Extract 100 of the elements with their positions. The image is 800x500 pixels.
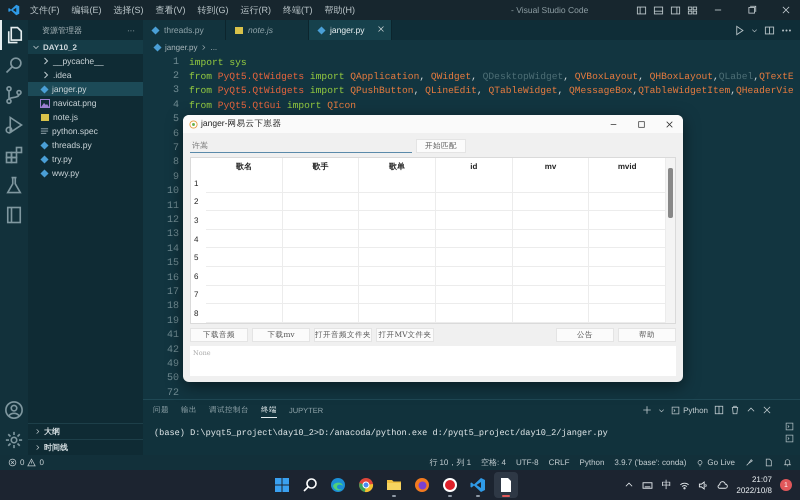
extensions-icon[interactable] <box>4 145 24 165</box>
file-item[interactable]: wwy.py <box>28 166 143 180</box>
scrollbar-thumb[interactable] <box>668 168 673 218</box>
folder-name[interactable]: DAY10_2 <box>43 42 77 52</box>
caret-icon[interactable] <box>658 406 666 414</box>
browser-icon[interactable] <box>358 477 374 493</box>
image-file-icon <box>40 98 50 108</box>
record-icon[interactable] <box>442 477 458 493</box>
column-header[interactable]: mv <box>512 158 590 174</box>
text-file-icon <box>40 126 49 136</box>
vscode-icon[interactable] <box>470 477 486 493</box>
table-cell[interactable] <box>206 304 283 323</box>
files-icon[interactable] <box>5 25 25 45</box>
layout-split-icon[interactable] <box>670 4 681 16</box>
table-cell[interactable] <box>436 304 513 323</box>
table-cell[interactable] <box>512 304 590 323</box>
menu-item[interactable]: 编辑(E) <box>66 4 108 16</box>
split-icon[interactable] <box>714 405 724 415</box>
settings-icon[interactable] <box>4 430 24 450</box>
row-header: 4 <box>193 234 200 246</box>
search-field[interactable]: 许嵩 <box>190 140 412 152</box>
file-item[interactable]: try.py <box>28 152 143 166</box>
menu-item[interactable]: 文件(F) <box>24 4 66 16</box>
editor-tab[interactable]: note.js <box>226 20 309 40</box>
trash-icon[interactable] <box>730 405 740 415</box>
warning-count[interactable]: 0 <box>39 458 44 467</box>
menu-item[interactable]: 帮助(H) <box>318 4 361 16</box>
restore-icon[interactable] <box>747 5 757 15</box>
table-cell[interactable] <box>282 304 360 323</box>
breadcrumb-item[interactable]: ... <box>210 43 218 52</box>
row-header: 1 <box>193 178 200 190</box>
source-control-icon[interactable] <box>4 85 24 105</box>
warning-icon[interactable] <box>27 458 36 467</box>
line-number: 14 <box>166 244 179 255</box>
column-header[interactable]: 歌单 <box>359 158 436 174</box>
split-editor-icon[interactable] <box>764 24 775 36</box>
column-header[interactable]: 歌手 <box>282 158 360 174</box>
clock-time[interactable]: 21:07 <box>752 474 772 485</box>
notebook-icon[interactable] <box>4 205 24 225</box>
editor-tab[interactable]: threads.py <box>143 20 226 40</box>
terminal-icon[interactable] <box>785 422 794 431</box>
status-item[interactable]: UTF-8 <box>516 458 539 467</box>
terminal-output: (base) D:\pyqt5_project\day10_2>D:/anacoda/python.exe d:/pyqt5_project/day10_2/janger.py <box>153 427 609 440</box>
file-item[interactable]: note.js <box>28 110 143 124</box>
line-number: 5 <box>172 114 179 126</box>
cloud-icon[interactable] <box>717 480 728 490</box>
close-icon[interactable] <box>664 120 674 128</box>
menu-item[interactable]: 选择(S) <box>108 4 150 16</box>
status-item[interactable]: CRLF <box>548 458 570 467</box>
breadcrumb-item[interactable]: janger.py <box>165 43 198 52</box>
file-item[interactable]: navicat.png <box>28 96 143 110</box>
terminal-icon[interactable] <box>785 434 794 443</box>
customize-layout-icon[interactable] <box>687 4 698 16</box>
more-button[interactable]: ··· <box>127 26 135 34</box>
caret-icon[interactable] <box>751 26 758 34</box>
speaker-icon[interactable] <box>698 480 710 490</box>
menu-item[interactable]: 运行(R) <box>234 4 277 16</box>
status-item[interactable]: Python <box>580 458 604 467</box>
editor-tab[interactable]: janger.py <box>309 20 392 40</box>
file-item[interactable]: python.spec <box>28 124 143 138</box>
file-item[interactable]: threads.py <box>28 138 143 152</box>
terminal-profile[interactable]: Python <box>671 406 708 414</box>
column-header[interactable]: 歌名 <box>206 158 283 174</box>
file-item[interactable]: janger.py <box>28 82 143 96</box>
status-item[interactable]: 行 10，列 1 <box>429 457 472 468</box>
add-icon[interactable] <box>642 405 652 415</box>
browser-icon[interactable] <box>330 477 346 493</box>
flask-icon[interactable] <box>4 175 24 195</box>
column-header[interactable]: id <box>436 158 513 174</box>
table-cell[interactable] <box>359 304 436 323</box>
layout-sidebar-icon[interactable] <box>636 4 647 16</box>
code-line: import sys <box>189 56 247 68</box>
error-icon[interactable] <box>8 458 17 467</box>
bell-icon[interactable] <box>783 458 792 467</box>
error-count[interactable]: 0 <box>20 458 24 467</box>
maximize-icon[interactable] <box>636 120 646 128</box>
line-number: 9 <box>172 172 179 183</box>
windows-icon[interactable] <box>274 477 290 493</box>
file-item[interactable]: __pycache__ <box>28 54 143 68</box>
firefox-icon[interactable] <box>414 477 430 493</box>
run-debug-icon[interactable] <box>4 115 24 135</box>
table-cell[interactable] <box>589 304 666 323</box>
status-item[interactable]: 空格: 4 <box>481 457 506 468</box>
menu-item[interactable]: 查看(V) <box>150 4 192 16</box>
document-icon[interactable] <box>498 477 514 493</box>
menu-item[interactable]: 转到(G) <box>192 4 234 16</box>
layout-panel-icon[interactable] <box>653 4 664 16</box>
python-file-icon <box>40 84 49 94</box>
clock-date[interactable]: 2022/10/8 <box>736 485 772 496</box>
code-line: from PyQt5.QtWidgets import QPushButton, QLineEdit, QTableWidget, QMessageBox,QTableWidgetItem,QHeaderVie <box>189 85 794 96</box>
status-item[interactable]: 3.9.7 ('base': conda) <box>614 458 686 467</box>
account-icon[interactable] <box>4 400 24 420</box>
status-item[interactable]: Go Live <box>696 458 735 467</box>
file-item[interactable]: .idea <box>28 68 143 82</box>
menu-item[interactable]: 终端(T) <box>277 4 318 16</box>
search-icon[interactable] <box>302 477 318 493</box>
run-icon[interactable] <box>734 24 745 36</box>
folder-icon[interactable] <box>386 477 402 493</box>
input-method[interactable]: 中 <box>661 478 672 492</box>
keyboard-icon[interactable] <box>642 480 654 490</box>
